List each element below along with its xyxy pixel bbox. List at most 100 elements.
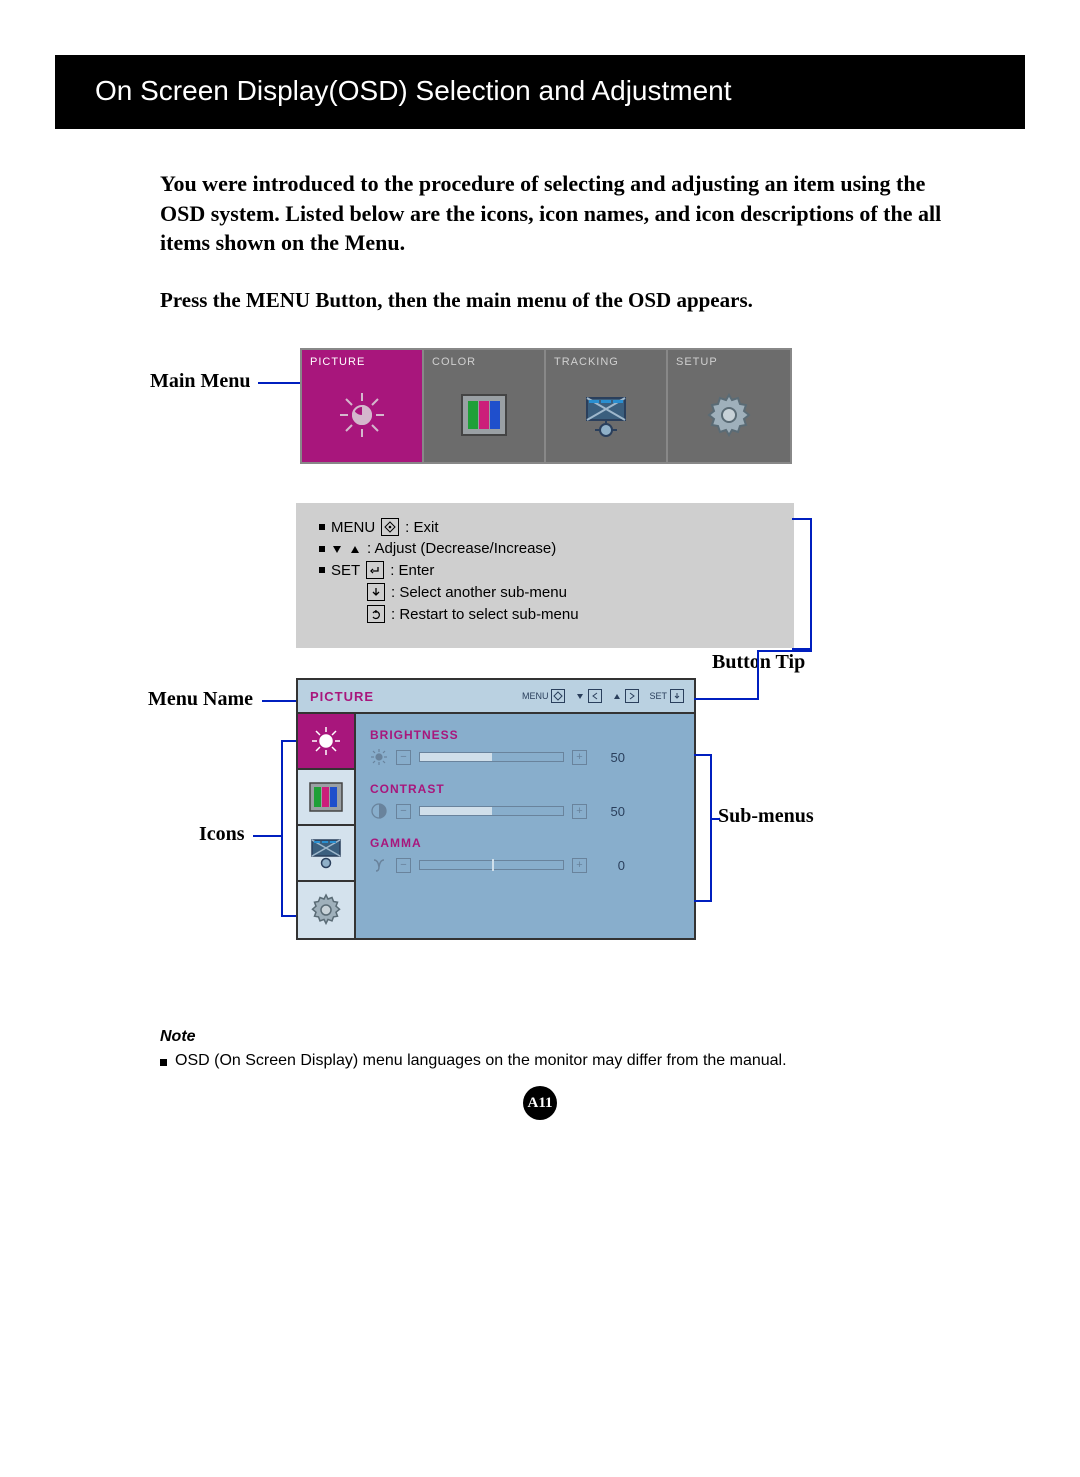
gear-icon: [309, 893, 343, 927]
increase-button[interactable]: +: [572, 858, 587, 873]
enter-icon: [366, 561, 384, 579]
note-row: OSD (On Screen Display) menu languages o…: [160, 1052, 970, 1070]
label-sub-menus: Sub-menus: [718, 805, 814, 828]
hint-menu-label: MENU: [522, 691, 549, 701]
connector: [757, 650, 759, 665]
note-text: OSD (On Screen Display) menu languages o…: [175, 1052, 787, 1070]
bullet-icon: [160, 1059, 167, 1066]
osd-diagram-area: Main Menu Menu Name Icons Button Tip Sub…: [0, 348, 1080, 998]
label-icons: Icons: [199, 823, 245, 846]
osd-body: BRIGHTNESS − + 50 CONTRAST: [298, 714, 694, 938]
setting-contrast: CONTRAST − + 50: [370, 782, 682, 820]
connector: [710, 818, 720, 820]
setting-label: GAMMA: [370, 836, 682, 850]
tip-select-sub: : Select another sub-menu: [367, 583, 781, 601]
page: On Screen Display(OSD) Selection and Adj…: [0, 55, 1080, 1150]
decrease-button[interactable]: −: [396, 750, 411, 765]
hint-menu: MENU: [522, 689, 566, 703]
connector: [281, 915, 296, 917]
osd-header: PICTURE MENU SET: [298, 680, 694, 714]
sidebar-icon-picture[interactable]: [298, 714, 354, 770]
slider-bar[interactable]: [419, 860, 564, 870]
connector: [694, 698, 757, 700]
button-tips-panel: MENU : Exit : Adjust (Decrease/Increase)…: [296, 503, 794, 648]
contrast-icon: [370, 802, 388, 820]
brightness-icon: [310, 725, 342, 757]
sidebar-icon-tracking[interactable]: [298, 826, 354, 882]
sidebar-icon-color[interactable]: [298, 770, 354, 826]
hint-set: SET: [649, 689, 684, 703]
main-menu-strip: PICTURE COLOR TRACKING SETUP: [300, 348, 792, 464]
tip-menu-exit: MENU : Exit: [319, 518, 781, 536]
setting-label: CONTRAST: [370, 782, 682, 796]
sidebar-icon-setup[interactable]: [298, 882, 354, 938]
note-heading: Note: [160, 1028, 970, 1046]
label-menu-name: Menu Name: [148, 688, 253, 711]
diamond-icon: [381, 518, 399, 536]
setting-value: 0: [595, 858, 625, 873]
restart-icon: [367, 605, 385, 623]
intro-paragraph: You were introduced to the procedure of …: [160, 169, 970, 258]
setting-row: − + 50: [370, 802, 682, 820]
connector: [262, 700, 296, 702]
hint-down: [575, 689, 602, 703]
color-bars-icon: [309, 782, 343, 812]
main-menu-tab-tracking[interactable]: TRACKING: [546, 350, 668, 462]
tip-action: : Select another sub-menu: [391, 584, 567, 601]
tip-adjust: : Adjust (Decrease/Increase): [319, 540, 781, 557]
main-menu-tab-picture[interactable]: PICTURE: [302, 350, 424, 462]
slider-bar[interactable]: [419, 752, 564, 762]
hint-set-label: SET: [649, 691, 667, 701]
page-number: A11: [527, 1095, 552, 1112]
hint-up: [612, 689, 639, 703]
connector: [810, 518, 812, 650]
tab-label: PICTURE: [302, 350, 422, 368]
connector: [281, 740, 283, 917]
tip-action: : Exit: [405, 519, 438, 536]
tip-action: : Enter: [390, 562, 434, 579]
setting-value: 50: [595, 750, 625, 765]
connector: [258, 382, 300, 384]
setting-gamma: GAMMA − + 0: [370, 836, 682, 874]
tab-label: TRACKING: [546, 350, 666, 368]
label-main-menu: Main Menu: [150, 370, 251, 393]
osd-header-hints: MENU SET: [522, 689, 694, 703]
tip-set-enter: SET : Enter: [319, 561, 781, 579]
setting-row: − + 0: [370, 856, 682, 874]
decrease-button[interactable]: −: [396, 804, 411, 819]
bullet-icon: [319, 524, 325, 530]
slider-bar[interactable]: [419, 806, 564, 816]
gamma-icon: [370, 856, 388, 874]
setting-row: − + 50: [370, 748, 682, 766]
connector: [792, 518, 810, 520]
connector: [253, 835, 281, 837]
diamond-icon: [551, 689, 565, 703]
down-arrow-icon: [670, 689, 684, 703]
main-menu-tab-setup[interactable]: SETUP: [668, 350, 790, 462]
setting-value: 50: [595, 804, 625, 819]
tab-label: COLOR: [424, 350, 544, 368]
bullet-icon: [319, 546, 325, 552]
setting-label: BRIGHTNESS: [370, 728, 682, 742]
increase-button[interactable]: +: [572, 804, 587, 819]
osd-window: PICTURE MENU SET: [296, 678, 696, 940]
decrease-button[interactable]: −: [396, 858, 411, 873]
bullet-icon: [319, 567, 325, 573]
setting-brightness: BRIGHTNESS − + 50: [370, 728, 682, 766]
page-title: On Screen Display(OSD) Selection and Adj…: [95, 75, 732, 106]
increase-button[interactable]: +: [572, 750, 587, 765]
tracking-icon: [580, 389, 632, 441]
osd-sidebar: [298, 714, 356, 938]
connector: [694, 754, 710, 756]
osd-menu-name: PICTURE: [298, 689, 428, 704]
connector: [281, 740, 296, 742]
page-number-badge: A11: [523, 1086, 557, 1120]
down-arrow-icon: [367, 583, 385, 601]
main-menu-tab-color[interactable]: COLOR: [424, 350, 546, 462]
tip-action: : Restart to select sub-menu: [391, 606, 579, 623]
tracking-icon: [308, 836, 344, 870]
osd-content: BRIGHTNESS − + 50 CONTRAST: [356, 714, 694, 938]
sun-icon: [370, 748, 388, 766]
connector: [757, 650, 812, 652]
left-arrow-icon: [588, 689, 602, 703]
